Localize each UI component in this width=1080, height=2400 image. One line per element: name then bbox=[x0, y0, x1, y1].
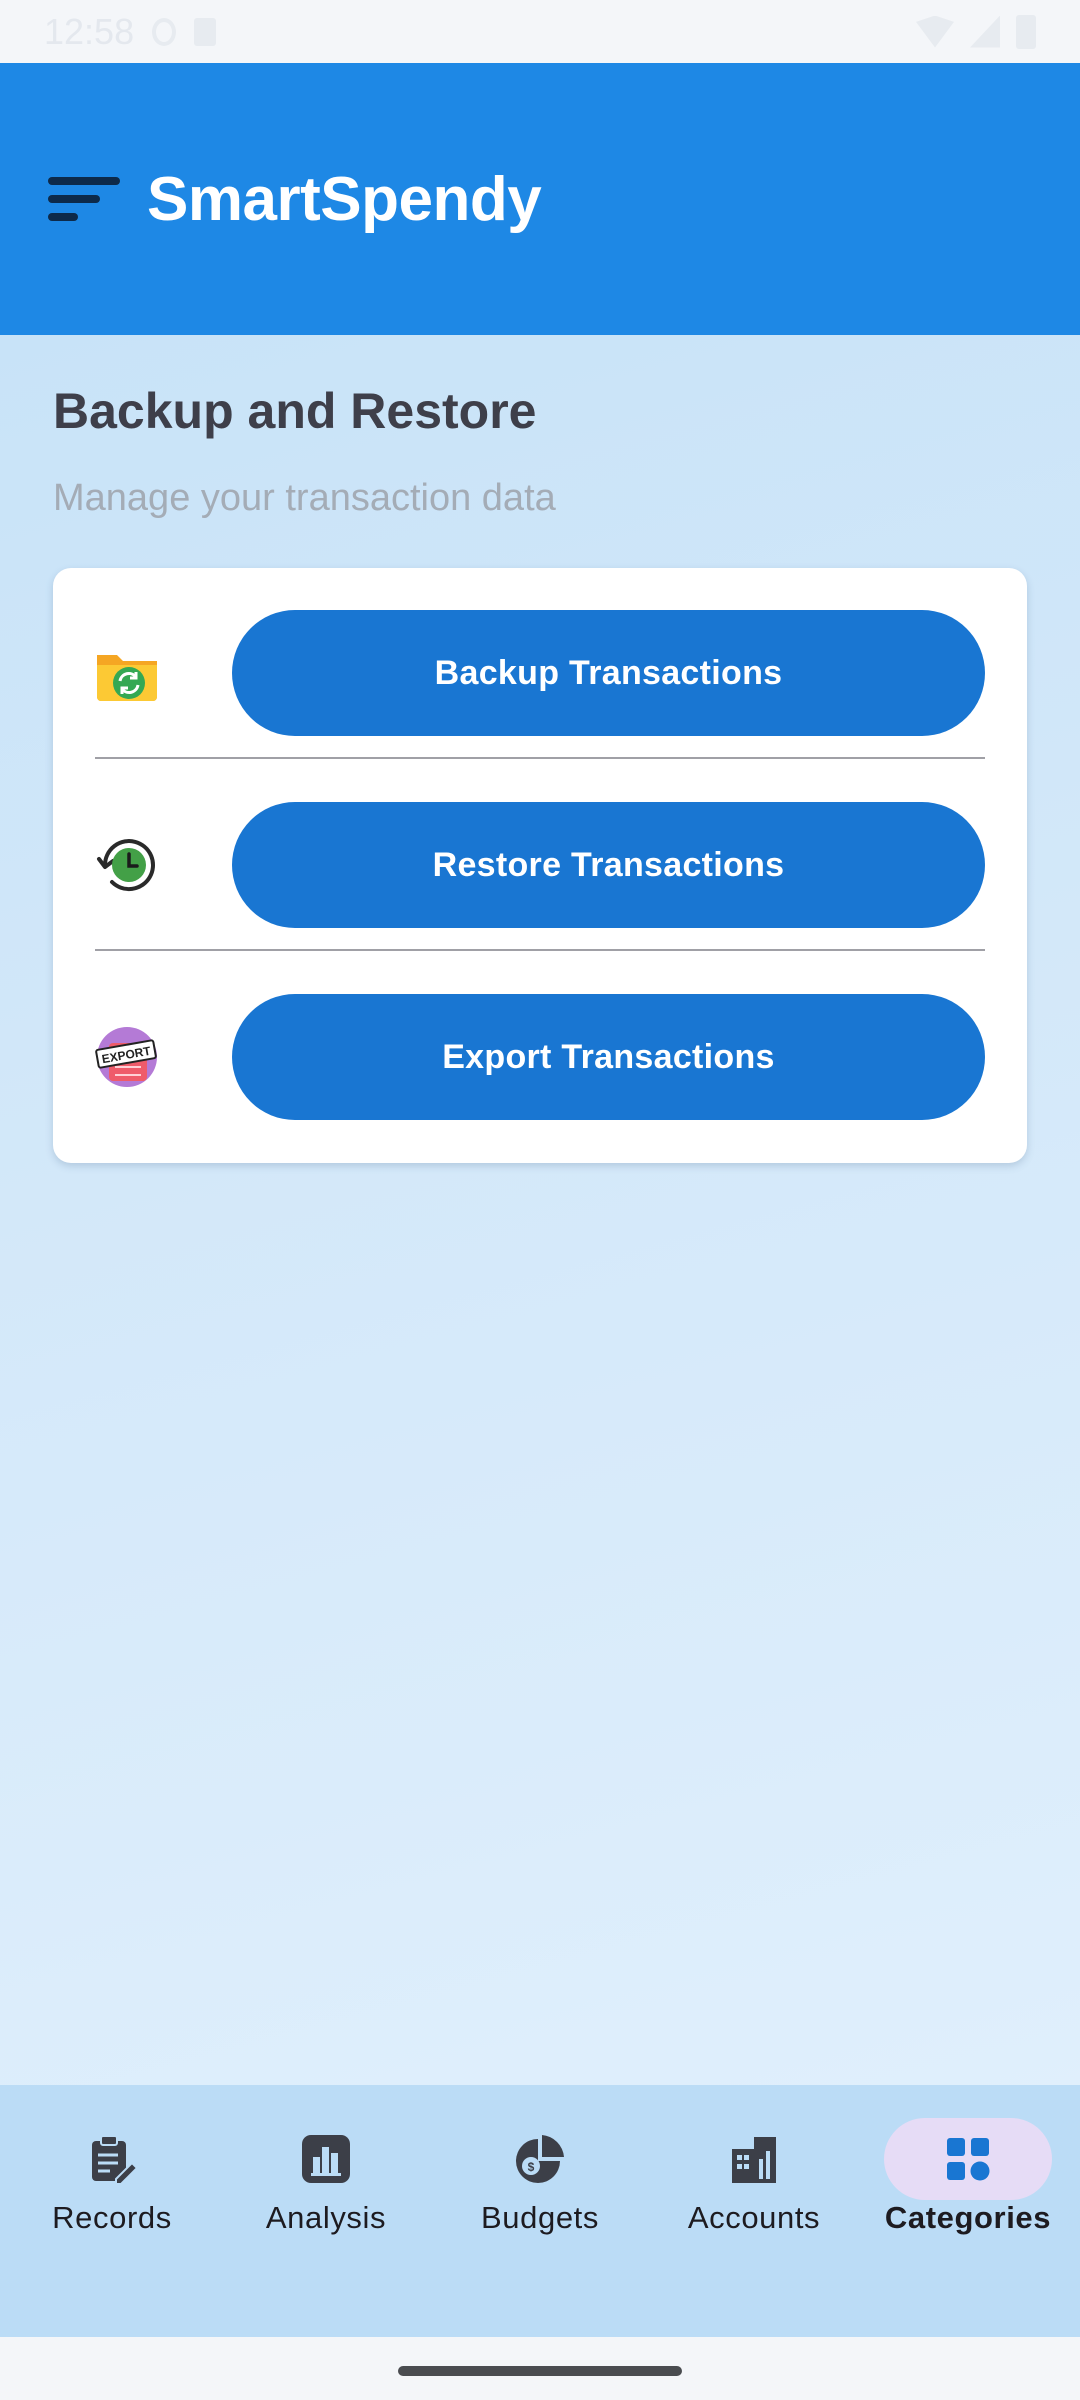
nav-label-analysis: Analysis bbox=[265, 2200, 387, 2235]
clipboard-edit-icon bbox=[92, 2135, 138, 2185]
backup-transactions-button[interactable]: Backup Transactions bbox=[232, 610, 985, 736]
nav-item-accounts[interactable]: Accounts bbox=[648, 2085, 860, 2337]
restore-transactions-button[interactable]: Restore Transactions bbox=[232, 802, 985, 928]
signal-icon bbox=[970, 15, 1000, 48]
status-shield-icon bbox=[152, 17, 177, 46]
nav-label-budgets: Budgets bbox=[481, 2200, 599, 2235]
status-bar: 12:58 bbox=[0, 0, 1080, 63]
history-clock-icon bbox=[95, 833, 159, 897]
bar-chart-icon bbox=[302, 2135, 350, 2183]
page-title: Backup and Restore bbox=[53, 383, 537, 439]
building-icon bbox=[732, 2137, 776, 2183]
status-time: 12:58 bbox=[44, 10, 135, 52]
nav-item-budgets[interactable]: $ Budgets bbox=[434, 2085, 646, 2337]
menu-icon[interactable] bbox=[48, 175, 120, 223]
export-transactions-button[interactable]: Export Transactions bbox=[232, 994, 985, 1120]
divider bbox=[95, 949, 985, 951]
export-row: EXPORT Export Transactions bbox=[95, 994, 985, 1120]
grid-icon bbox=[947, 2138, 990, 2181]
app-bar: SmartSpendy bbox=[0, 63, 1080, 335]
bottom-navigation: Records Analysis $ Budgets Accounts Cate… bbox=[0, 2085, 1080, 2337]
home-gesture-handle[interactable] bbox=[398, 2366, 682, 2376]
nav-label-records: Records bbox=[52, 2200, 172, 2235]
folder-sync-icon bbox=[95, 641, 159, 705]
svg-text:$: $ bbox=[528, 2160, 535, 2174]
backup-card: Backup Transactions Restore Transactions… bbox=[53, 568, 1027, 1163]
pie-chart-icon: $ bbox=[516, 2135, 564, 2183]
app-title: SmartSpendy bbox=[147, 164, 542, 234]
wifi-icon bbox=[916, 15, 954, 48]
backup-row: Backup Transactions bbox=[95, 610, 985, 736]
nav-label-accounts: Accounts bbox=[687, 2200, 821, 2235]
export-badge-icon: EXPORT bbox=[95, 1025, 159, 1089]
restore-row: Restore Transactions bbox=[95, 802, 985, 928]
system-gesture-area bbox=[0, 2337, 1080, 2400]
nav-item-categories[interactable]: Categories bbox=[862, 2085, 1074, 2337]
page-subtitle: Manage your transaction data bbox=[53, 477, 556, 519]
nav-label-categories: Categories bbox=[884, 2200, 1052, 2235]
nav-item-analysis[interactable]: Analysis bbox=[220, 2085, 432, 2337]
battery-icon bbox=[1016, 14, 1036, 49]
nav-item-records[interactable]: Records bbox=[6, 2085, 218, 2337]
status-sd-card-icon bbox=[194, 17, 217, 46]
divider bbox=[95, 757, 985, 759]
